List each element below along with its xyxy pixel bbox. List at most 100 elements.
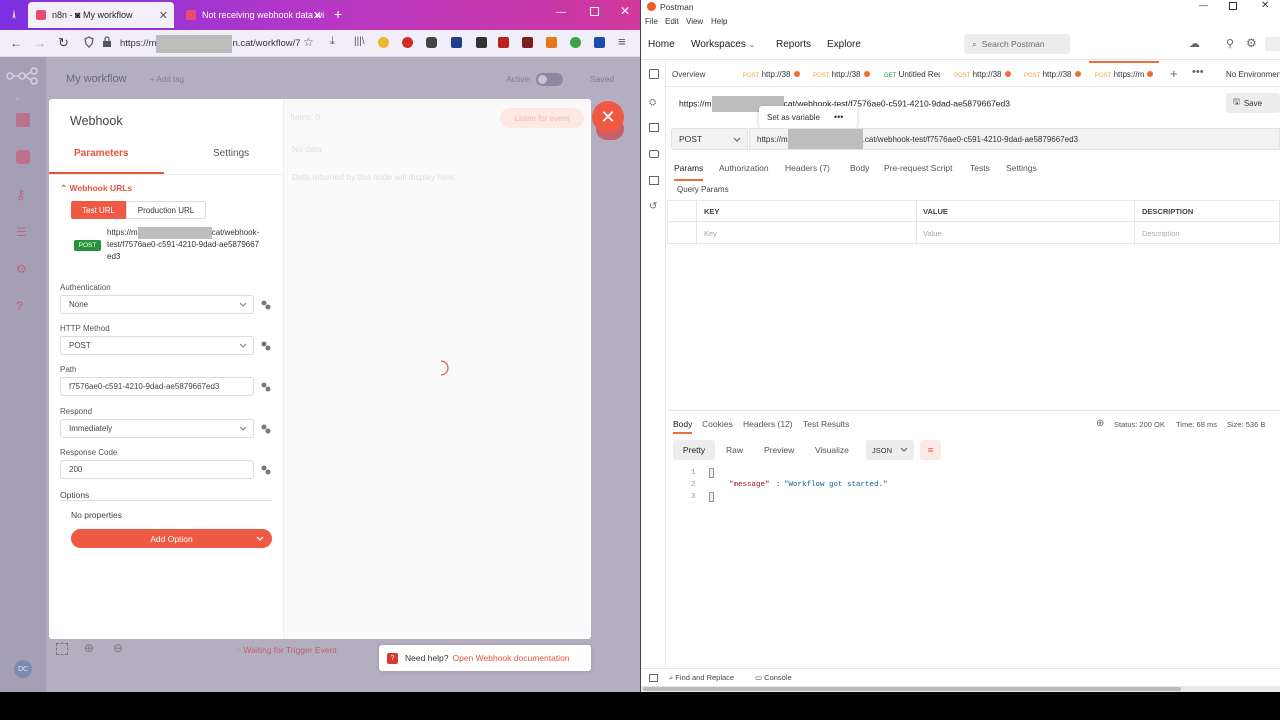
collections-icon[interactable] (649, 69, 659, 79)
extension-icon[interactable] (498, 37, 509, 48)
bookmark-star-icon[interactable]: ☆ (303, 35, 314, 49)
subtab-params[interactable]: Params (674, 163, 703, 173)
save-button[interactable]: 🖫 Save (1226, 93, 1280, 113)
browser-tab-community[interactable]: Not receiving webhook data wi ✕ (178, 2, 328, 28)
environment-select[interactable]: No Environment (1226, 70, 1280, 79)
tab-request[interactable]: GET Untitled Req (884, 70, 940, 79)
subtab-authorization[interactable]: Authorization (719, 163, 769, 173)
extension-icon[interactable] (476, 37, 487, 48)
search-box[interactable]: ⌕ Search Postman (964, 34, 1070, 54)
subtab-settings[interactable]: Settings (1006, 163, 1037, 173)
satellite-icon[interactable]: ⚲ (1226, 37, 1234, 50)
sidebar-expand-icon[interactable]: › (16, 94, 30, 108)
respond-select[interactable]: Immediately (60, 419, 254, 438)
avatar[interactable]: DC (14, 660, 32, 678)
nav-explore[interactable]: Explore (827, 39, 861, 50)
cloud-sync-icon[interactable]: ☁ (1189, 37, 1200, 50)
minimize-icon[interactable]: — (1199, 0, 1208, 10)
tab-settings[interactable]: Settings (213, 148, 249, 159)
view-pretty[interactable]: Pretty (673, 440, 715, 460)
tab-request[interactable]: POST http://38 (1024, 70, 1081, 79)
response-code-input[interactable]: 200 (60, 460, 254, 479)
extension-icon[interactable] (378, 37, 389, 48)
templates-icon[interactable] (16, 150, 30, 164)
webhook-url-text[interactable]: https://m cat/webhook- test/f7576ae0-c591… (107, 227, 277, 263)
monitors-icon[interactable] (649, 176, 659, 185)
close-window-icon[interactable]: ✕ (1261, 0, 1269, 11)
toggle-sidebar-icon[interactable] (649, 674, 658, 682)
help-icon[interactable]: ? (16, 299, 30, 313)
listen-for-event-button[interactable]: Listen for event (500, 108, 584, 128)
shield-icon[interactable] (84, 36, 94, 48)
extension-icon[interactable] (451, 37, 462, 48)
tab-parameters[interactable]: Parameters (74, 148, 128, 159)
close-tab-icon[interactable]: ✕ (313, 9, 322, 22)
mock-servers-icon[interactable] (649, 150, 659, 158)
environments-icon[interactable] (649, 123, 659, 132)
extension-icon[interactable] (426, 37, 437, 48)
tab-request-active[interactable]: POST https://m (1095, 70, 1154, 79)
subtab-tests[interactable]: Tests (970, 163, 990, 173)
add-option-button[interactable]: Add Option (71, 529, 272, 548)
new-tab-button[interactable]: + (1170, 66, 1178, 81)
production-url-button[interactable]: Production URL (126, 201, 206, 219)
maximize-icon[interactable] (590, 7, 599, 16)
executions-list-icon[interactable]: ☰ (16, 225, 30, 239)
node-title[interactable]: Webhook (70, 114, 123, 128)
settings-gear-icon[interactable]: ⚙ (1246, 36, 1257, 50)
parameter-options-gear-icon[interactable] (260, 423, 271, 434)
menu-edit[interactable]: Edit (665, 17, 679, 26)
forward-icon[interactable]: → (34, 36, 46, 50)
close-window-icon[interactable]: ✕ (620, 4, 630, 18)
key-input[interactable]: Key (704, 229, 717, 238)
subtab-body[interactable]: Body (850, 163, 869, 173)
more-options-icon[interactable]: ••• (834, 112, 843, 122)
parameter-options-gear-icon[interactable] (260, 299, 271, 310)
tab-request[interactable]: POST http://38 (743, 70, 800, 79)
nav-reports[interactable]: Reports (776, 39, 811, 50)
workflow-name[interactable]: My workflow (66, 73, 127, 85)
set-as-variable-popup[interactable]: Set as variable ••• (759, 106, 857, 128)
subtab-pre-request[interactable]: Pre-request Script (884, 163, 953, 173)
parameter-options-gear-icon[interactable] (260, 340, 271, 351)
extension-icon[interactable] (546, 37, 557, 48)
n8n-logo-icon[interactable] (6, 67, 40, 85)
extension-icon[interactable] (402, 37, 413, 48)
http-method-select[interactable]: POST (60, 336, 254, 355)
webhook-urls-toggle[interactable]: ⌃ Webhook URLs (60, 183, 132, 194)
new-tab-button[interactable]: + (334, 6, 342, 22)
nav-home[interactable]: Home (648, 39, 675, 50)
find-replace-button[interactable]: ⌕ Find and Replace (669, 673, 734, 683)
view-preview[interactable]: Preview (764, 445, 794, 455)
parameter-options-gear-icon[interactable] (260, 464, 271, 475)
library-icon[interactable]: |||\ (354, 36, 365, 47)
minimize-icon[interactable]: — (556, 7, 566, 18)
close-panel-button[interactable]: ✕ (592, 101, 624, 133)
resp-tab-tests[interactable]: Test Results (803, 419, 849, 429)
request-url-input[interactable]: https://m .cat/webhook-test/f7576ae0-c591… (749, 128, 1280, 150)
resp-tab-body[interactable]: Body (673, 419, 692, 429)
authentication-select[interactable]: None (60, 295, 254, 314)
tabs-more-icon[interactable]: ••• (1192, 66, 1204, 78)
resp-tab-headers[interactable]: Headers (12) (743, 419, 793, 429)
wrap-lines-button[interactable]: ≡ (920, 440, 941, 460)
nav-workspaces[interactable]: Workspaces ⌄ (691, 39, 755, 50)
subtab-headers[interactable]: Headers (7) (785, 163, 830, 173)
firefox-menu-icon[interactable] (8, 8, 20, 20)
description-input[interactable]: Description (1142, 229, 1180, 238)
format-select[interactable]: JSON (866, 440, 914, 460)
extension-icon[interactable] (522, 37, 533, 48)
menu-file[interactable]: File (645, 17, 658, 26)
view-raw[interactable]: Raw (726, 445, 743, 455)
back-icon[interactable]: ← (10, 36, 22, 50)
resp-tab-cookies[interactable]: Cookies (702, 419, 733, 429)
add-tag-link[interactable]: + Add tag (150, 75, 184, 84)
reload-icon[interactable]: ↻ (58, 35, 69, 51)
credentials-key-icon[interactable]: ⚷ (16, 187, 30, 202)
method-select[interactable]: POST (671, 128, 748, 150)
menu-help[interactable]: Help (711, 17, 727, 26)
workflows-icon[interactable] (16, 113, 30, 127)
menu-view[interactable]: View (686, 17, 703, 26)
test-url-button[interactable]: Test URL (71, 201, 126, 219)
active-toggle[interactable] (536, 73, 563, 86)
